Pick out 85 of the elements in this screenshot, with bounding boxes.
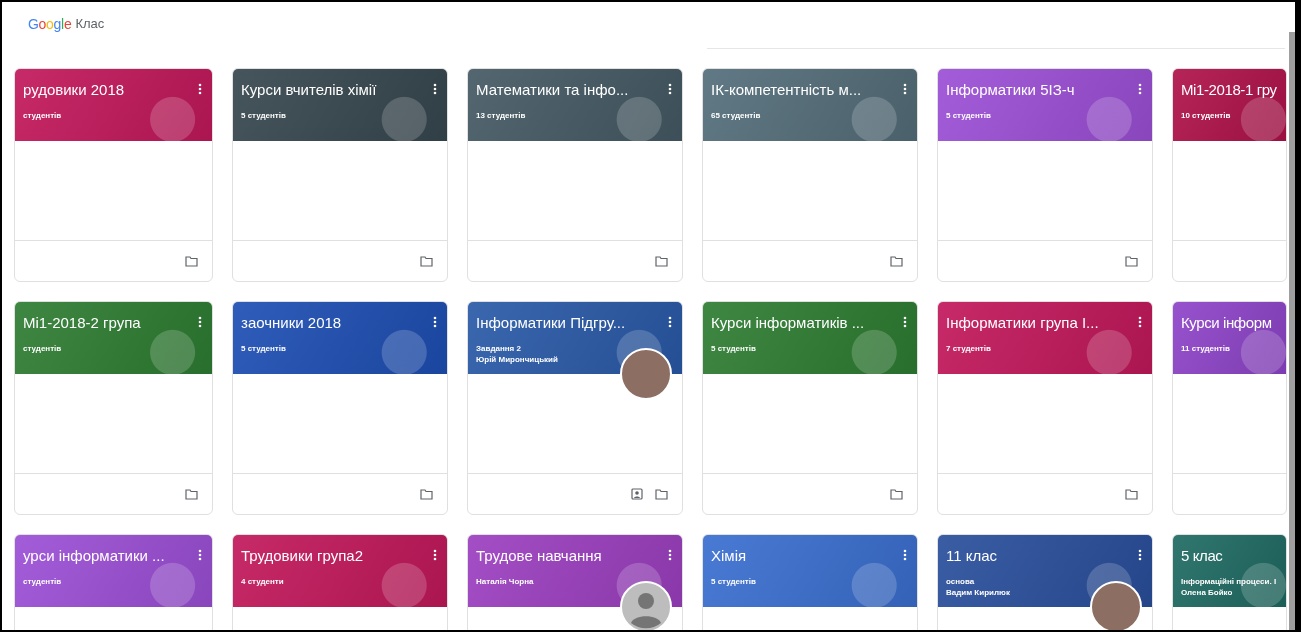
class-title[interactable]: 11 клас [946, 547, 1012, 564]
more-icon[interactable] [903, 316, 907, 328]
more-icon[interactable] [198, 83, 202, 95]
more-icon[interactable] [198, 549, 202, 561]
class-subtitle: Завдання 2 [476, 344, 522, 353]
class-title[interactable]: Мі1-2018-2 група [23, 314, 155, 331]
class-card[interactable]: Мі1-2018-1 гру 10 студентів [1172, 68, 1287, 282]
folder-icon[interactable] [1125, 488, 1138, 500]
class-card[interactable]: Курси вчителів хімії 5 студентів [232, 68, 448, 282]
more-icon[interactable] [433, 83, 437, 95]
class-subtitle: 4 студенти [241, 577, 285, 586]
class-subtitle: студентів [23, 111, 63, 120]
more-icon[interactable] [433, 549, 437, 561]
folder-icon[interactable] [420, 488, 433, 500]
class-card[interactable]: Хімія 5 студентів [702, 534, 918, 630]
class-card[interactable]: Інформатики група І... 7 студентів [937, 301, 1153, 515]
more-icon[interactable] [198, 316, 202, 328]
class-title[interactable]: Курси інформатиків ... [711, 314, 879, 331]
more-icon[interactable] [903, 83, 907, 95]
class-card[interactable]: ІК-компетентність м... 65 студентів [702, 68, 918, 282]
class-subtitle: 5 студентів [241, 344, 287, 353]
class-title[interactable]: урси інформатики ... [23, 547, 179, 564]
more-icon[interactable] [668, 316, 672, 328]
class-title[interactable]: Математики та інфо... [476, 81, 643, 98]
teacher-name: Вадим Кирилюк [946, 588, 1011, 597]
teacher-name: Олена Бойко [1181, 588, 1234, 597]
class-subtitle: Інформаційні процеси. І [1181, 577, 1276, 586]
class-card[interactable]: урси інформатики ... студентів [14, 534, 213, 630]
class-title[interactable]: Мі1-2018-1 гру [1181, 81, 1277, 98]
class-title[interactable]: рудовики 2018 [23, 81, 139, 98]
class-card[interactable]: Мі1-2018-2 група студентів [14, 301, 213, 515]
folder-icon[interactable] [890, 255, 903, 267]
class-title[interactable]: 5 клас [1181, 547, 1223, 564]
class-subtitle: 65 студентів [711, 111, 762, 120]
more-icon[interactable] [668, 83, 672, 95]
class-title[interactable]: Хімія [711, 547, 761, 564]
class-card[interactable]: 11 клас основа Вадим Кирилюк [937, 534, 1153, 630]
class-card[interactable]: заочники 2018 5 студентів [232, 301, 448, 515]
class-title[interactable]: ІК-компетентність м... [711, 81, 876, 98]
class-subtitle: студентів [23, 577, 63, 586]
folder-icon[interactable] [420, 255, 433, 267]
folder-icon[interactable] [655, 488, 668, 500]
class-card[interactable]: Математики та інфо... 13 студентів [467, 68, 683, 282]
class-title[interactable]: Курси інформ [1181, 314, 1272, 331]
more-icon[interactable] [1138, 83, 1142, 95]
assignment-icon[interactable] [631, 488, 643, 500]
class-subtitle: Наталія Чорна [476, 577, 535, 586]
more-icon[interactable] [1138, 316, 1142, 328]
class-subtitle: 5 студентів [241, 111, 287, 120]
class-subtitle: 5 студентів [711, 344, 757, 353]
class-title[interactable]: Інформатики Підгру... [476, 314, 640, 331]
class-card[interactable]: 5 клас Інформаційні процеси. І Олена Бойко [1172, 534, 1287, 630]
class-card[interactable]: Інформатики Підгру... Завдання 2 Юрій Мирончицький [467, 301, 683, 515]
class-subtitle: 11 студентів [1181, 344, 1231, 353]
class-title[interactable]: Курси вчителів хімії [241, 81, 391, 98]
more-icon[interactable] [668, 549, 672, 561]
more-icon[interactable] [433, 316, 437, 328]
folder-icon[interactable] [185, 255, 198, 267]
class-subtitle: студентів [23, 344, 63, 353]
more-icon[interactable] [1138, 549, 1142, 561]
class-card[interactable]: Курси інформ 11 студентів [1172, 301, 1287, 515]
folder-icon[interactable] [1125, 255, 1138, 267]
class-title[interactable]: заочники 2018 [241, 314, 356, 331]
class-card[interactable]: рудовики 2018 студентів [14, 68, 213, 282]
class-card[interactable]: Трудовики група2 4 студенти [232, 534, 448, 630]
product-name: Клас [75, 16, 105, 31]
teacher-name: Юрій Мирончицький [476, 355, 559, 364]
class-title[interactable]: Трудовики група2 [241, 547, 377, 564]
class-card[interactable]: Інформатики 5ІЗ-ч 5 студентів [937, 68, 1153, 282]
class-card[interactable]: Курси інформатиків ... 5 студентів [702, 301, 918, 515]
folder-icon[interactable] [185, 488, 198, 500]
class-title[interactable]: Інформатики група І... [946, 314, 1113, 331]
class-subtitle: 13 студентів [476, 111, 527, 120]
class-subtitle: 5 студентів [711, 577, 757, 586]
class-title[interactable]: Трудове навчання [476, 547, 616, 564]
more-icon[interactable] [903, 549, 907, 561]
class-title[interactable]: Інформатики 5ІЗ-ч [946, 81, 1089, 98]
class-subtitle: 5 студентів [946, 111, 992, 120]
class-subtitle: 7 студентів [946, 344, 992, 353]
class-subtitle: 10 студентів [1181, 111, 1232, 120]
folder-icon[interactable] [655, 255, 668, 267]
google-logo[interactable]: Google [28, 16, 72, 32]
class-card[interactable]: Трудове навчання Наталія Чорна [467, 534, 683, 630]
folder-icon[interactable] [890, 488, 903, 500]
class-subtitle: основа [946, 577, 976, 586]
